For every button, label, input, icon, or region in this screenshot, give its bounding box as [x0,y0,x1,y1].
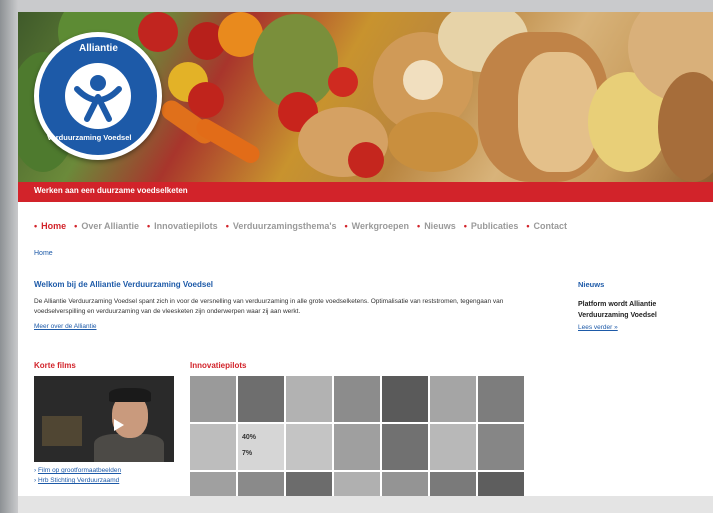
video-person-body [94,434,164,462]
read-more-alliantie-link[interactable]: Meer over de Alliantie [34,323,97,330]
pilot-thumbnail[interactable] [478,376,524,422]
pilot-thumbnail[interactable] [382,376,428,422]
pilot-thumbnail-stats[interactable]: 40% 7% [238,424,284,470]
person-icon [65,63,131,129]
tile-stat-40: 40% [242,434,257,441]
news-read-more-link[interactable]: Lees verder » [578,324,618,331]
film-links: › Film op grootformaatbeelden › Hrb Stic… [34,466,121,486]
tile-stat-7: 7% [242,450,253,457]
news-headline[interactable]: Platform wordt Alliantie Verduurzaming V… [578,299,698,321]
nav-item-home[interactable]: • Home [34,219,66,233]
bullet-icon: • [147,221,151,231]
pilot-thumbnail[interactable] [334,424,380,470]
bullet-icon: • [34,221,38,231]
film-link-item[interactable]: › Film op grootformaatbeelden [34,466,121,476]
tagline-bar: Werken aan een duurzame voedselketen [18,182,713,202]
web-page: Alliantie Verduurzaming Voedsel Werken a… [18,12,713,513]
video-person-hat [109,388,151,402]
breadcrumb[interactable]: Home [34,250,53,257]
header-banner: Alliantie Verduurzaming Voedsel [18,12,713,182]
films-title: Korte films [34,361,76,370]
tagline: Werken aan een duurzame voedselketen [34,186,188,195]
bullet-icon: • [463,221,467,231]
nav-item-innovatiepilots[interactable]: • Innovatiepilots [147,219,218,233]
nav-label: Werkgroepen [351,221,410,231]
video-background [42,416,82,446]
bullet-icon: • [526,221,530,231]
film-link-item[interactable]: › Hrb Stichting Verduurzaamd [34,476,121,486]
alliantie-logo[interactable]: Alliantie Verduurzaming Voedsel [34,32,162,160]
innovatiepilots-title: Innovatiepilots [190,361,247,370]
news-title: Nieuws [578,280,605,289]
film-link[interactable]: Hrb Stichting Verduurzaamd [38,477,119,484]
video-player[interactable] [34,376,174,462]
pilot-thumbnail[interactable] [286,424,332,470]
pilot-thumbnail[interactable] [286,376,332,422]
nav-item-publicaties[interactable]: • Publicaties [464,219,519,233]
window-edge [0,0,18,513]
pilot-thumbnail[interactable] [334,376,380,422]
film-link[interactable]: Film op grootformaatbeelden [38,467,121,474]
nav-label: Verduurzamingsthema's [232,221,337,231]
bullet-icon: • [74,221,78,231]
bullet-icon: • [344,221,348,231]
bullet-icon: • [417,221,421,231]
nav-label: Contact [533,221,568,231]
nav-item-verduurzamingsthemas[interactable]: • Verduurzamingsthema's [226,219,337,233]
pilot-thumbnail[interactable] [238,376,284,422]
nav-label: Home [41,221,67,231]
nav-label: Publicaties [470,221,519,231]
nav-item-contact[interactable]: • Contact [526,219,567,233]
main-navigation: • Home • Over Alliantie • Innovatiepilots •… [34,219,567,233]
nav-item-over-alliantie[interactable]: • Over Alliantie [74,219,139,233]
nav-label: Over Alliantie [81,221,140,231]
logo-text-bottom: Verduurzaming Voedsel [47,133,132,142]
pilot-thumbnail[interactable] [190,376,236,422]
pilot-thumbnail[interactable] [382,424,428,470]
bullet-icon: • [225,221,229,231]
welcome-title: Welkom bij de Alliantie Verduurzaming Vo… [34,280,214,289]
pilot-thumbnail[interactable] [430,424,476,470]
play-icon[interactable] [114,419,124,431]
pilot-thumbnail[interactable] [190,424,236,470]
pilot-thumbnail[interactable] [430,376,476,422]
pilot-thumbnail[interactable] [478,424,524,470]
innovatiepilots-grid: 40% 7% [190,376,524,513]
nav-item-werkgroepen[interactable]: • Werkgroepen [345,219,410,233]
welcome-body: De Alliantie Verduurzaming Voedsel spant… [34,298,504,315]
nav-item-nieuws[interactable]: • Nieuws [417,219,456,233]
nav-label: Nieuws [424,221,456,231]
logo-text-top: Alliantie [79,43,118,54]
nav-label: Innovatiepilots [154,221,218,231]
footer-bar [18,496,713,513]
